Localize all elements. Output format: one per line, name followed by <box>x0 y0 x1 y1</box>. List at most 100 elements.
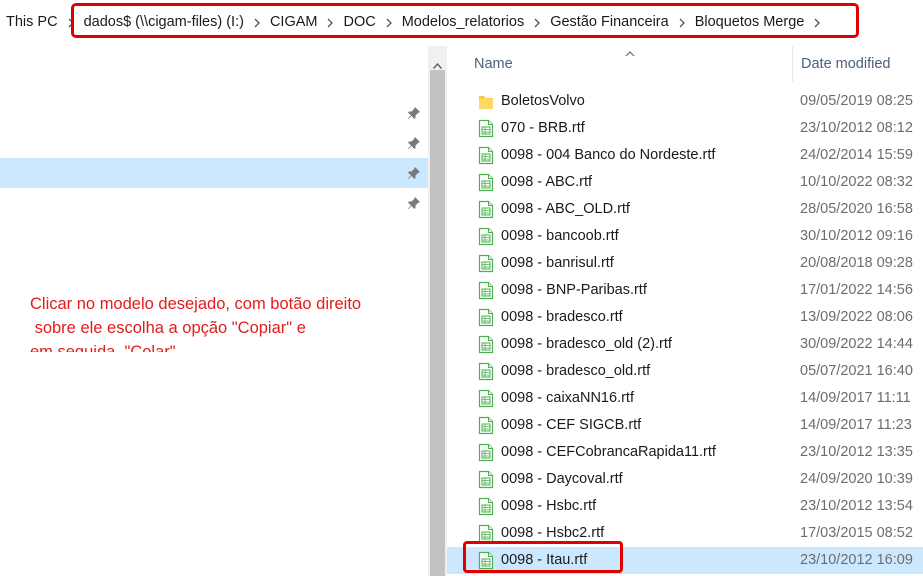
breadcrumb-modelos-relatorios[interactable]: Modelos_relatorios <box>402 14 525 30</box>
rtf-file-icon <box>478 416 494 435</box>
file-row[interactable]: 0098 - bradesco.rtf 13/09/2022 08:06 <box>447 304 923 331</box>
file-row[interactable]: 0098 - ABC_OLD.rtf 28/05/2020 16:58 <box>447 196 923 223</box>
file-date: 28/05/2020 16:58 <box>800 201 913 217</box>
file-row[interactable]: 0098 - banrisul.rtf 20/08/2018 09:28 <box>447 250 923 277</box>
chevron-right-icon[interactable] <box>58 15 84 29</box>
file-row[interactable]: 0098 - Hsbc.rtf 23/10/2012 13:54 <box>447 493 923 520</box>
breadcrumb-bloquetos-merge[interactable]: Bloquetos Merge <box>695 14 805 30</box>
file-name: 0098 - Itau.rtf <box>501 552 588 568</box>
file-date: 09/05/2019 08:25 <box>800 93 913 109</box>
file-name: 0098 - ABC_OLD.rtf <box>501 201 630 217</box>
chevron-right-icon[interactable] <box>804 15 830 29</box>
rtf-file-icon <box>478 470 494 489</box>
file-date: 17/03/2015 08:52 <box>800 525 913 541</box>
quick-access-item[interactable] <box>0 128 428 158</box>
file-row[interactable]: 0098 - bradesco_old (2).rtf 30/09/2022 1… <box>447 331 923 358</box>
column-header-name[interactable]: Name <box>474 56 513 72</box>
file-name: 070 - BRB.rtf <box>501 120 585 136</box>
breadcrumb-this-pc[interactable]: This PC <box>6 14 58 30</box>
rtf-file-icon <box>478 443 494 462</box>
file-date: 10/10/2022 08:32 <box>800 174 913 190</box>
file-name: 0098 - bradesco.rtf <box>501 309 623 325</box>
rtf-file-icon <box>478 119 494 138</box>
file-date: 23/10/2012 16:09 <box>800 552 913 568</box>
quick-access-item-selected[interactable] <box>0 158 428 188</box>
file-date: 13/09/2022 08:06 <box>800 309 913 325</box>
chevron-right-icon[interactable] <box>524 15 550 29</box>
file-name: 0098 - banrisul.rtf <box>501 255 614 271</box>
rtf-file-icon <box>478 173 494 192</box>
file-row[interactable]: 070 - BRB.rtf 23/10/2012 08:12 <box>447 115 923 142</box>
rtf-file-icon <box>478 281 494 300</box>
file-date: 23/10/2012 08:12 <box>800 120 913 136</box>
rtf-file-icon <box>478 524 494 543</box>
file-name: 0098 - caixaNN16.rtf <box>501 390 634 406</box>
rtf-file-icon <box>478 227 494 246</box>
scrollbar-thumb[interactable] <box>430 70 445 576</box>
file-date: 30/09/2022 14:44 <box>800 336 913 352</box>
chevron-right-icon[interactable] <box>317 15 343 29</box>
column-divider[interactable] <box>792 46 793 82</box>
rtf-file-icon <box>478 308 494 327</box>
file-row[interactable]: 0098 - 004 Banco do Nordeste.rtf 24/02/2… <box>447 142 923 169</box>
pin-icon[interactable] <box>406 105 422 121</box>
file-row[interactable]: 0098 - BNP-Paribas.rtf 17/01/2022 14:56 <box>447 277 923 304</box>
rtf-file-icon <box>478 497 494 516</box>
sort-ascending-icon <box>625 44 635 62</box>
file-date: 23/10/2012 13:35 <box>800 444 913 460</box>
rtf-file-icon <box>478 389 494 408</box>
instruction-annotation: Clicar no modelo desejado, com botão dir… <box>30 295 362 352</box>
file-name: BoletosVolvo <box>501 93 585 109</box>
file-name: 0098 - ABC.rtf <box>501 174 593 190</box>
folder-icon <box>478 92 494 111</box>
file-date: 17/01/2022 14:56 <box>800 282 913 298</box>
file-row-folder[interactable]: BoletosVolvo 09/05/2019 08:25 <box>447 88 923 115</box>
file-row[interactable]: 0098 - Daycoval.rtf 24/09/2020 10:39 <box>447 466 923 493</box>
breadcrumb-doc[interactable]: DOC <box>343 14 375 30</box>
quick-access-item[interactable] <box>0 188 428 218</box>
breadcrumb-drive[interactable]: dados$ (\\cigam-files) (I:) <box>84 14 244 30</box>
breadcrumb-cigam[interactable]: CIGAM <box>270 14 318 30</box>
pin-icon[interactable] <box>406 135 422 151</box>
navigation-pane: Clicar no modelo desejado, com botão dir… <box>0 46 428 576</box>
file-date: 05/07/2021 16:40 <box>800 363 913 379</box>
file-name: 0098 - CEFCobrancaRapida11.rtf <box>501 444 716 460</box>
file-row[interactable]: 0098 - bancoob.rtf 30/10/2012 09:16 <box>447 223 923 250</box>
file-name: 0098 - CEF SIGCB.rtf <box>501 417 642 433</box>
file-name: 0098 - 004 Banco do Nordeste.rtf <box>501 147 716 163</box>
file-date: 20/08/2018 09:28 <box>800 255 913 271</box>
file-row[interactable]: 0098 - CEF SIGCB.rtf 14/09/2017 11:23 <box>447 412 923 439</box>
file-row[interactable]: 0098 - Hsbc2.rtf 17/03/2015 08:52 <box>447 520 923 547</box>
quick-access-item[interactable] <box>0 98 428 128</box>
file-row[interactable]: 0098 - caixaNN16.rtf 14/09/2017 11:11 <box>447 385 923 412</box>
file-name: 0098 - BNP-Paribas.rtf <box>501 282 647 298</box>
chevron-right-icon[interactable] <box>669 15 695 29</box>
file-name: 0098 - bradesco_old (2).rtf <box>501 336 672 352</box>
pin-icon[interactable] <box>406 195 422 211</box>
rtf-file-icon <box>478 335 494 354</box>
file-date: 14/09/2017 11:23 <box>800 417 912 433</box>
address-bar[interactable]: This PC dados$ (\\cigam-files) (I:) CIGA… <box>0 0 923 46</box>
file-name: 0098 - Hsbc2.rtf <box>501 525 605 541</box>
column-header-date-modified[interactable]: Date modified <box>801 56 890 72</box>
file-row[interactable]: 0098 - ABC.rtf 10/10/2022 08:32 <box>447 169 923 196</box>
file-row-selected[interactable]: 0098 - Itau.rtf 23/10/2012 16:09 <box>447 547 923 574</box>
file-row[interactable]: 0098 - CEFCobrancaRapida11.rtf 23/10/201… <box>447 439 923 466</box>
breadcrumb: This PC dados$ (\\cigam-files) (I:) CIGA… <box>6 14 830 30</box>
chevron-right-icon[interactable] <box>244 15 270 29</box>
chevron-right-icon[interactable] <box>376 15 402 29</box>
navigation-pane-scrollbar[interactable] <box>428 46 447 576</box>
breadcrumb-gestao-financeira[interactable]: Gestão Financeira <box>550 14 668 30</box>
file-name: 0098 - bancoob.rtf <box>501 228 619 244</box>
file-name: 0098 - bradesco_old.rtf <box>501 363 651 379</box>
rtf-file-icon <box>478 200 494 219</box>
rtf-file-icon <box>478 551 494 570</box>
file-row[interactable]: 0098 - bradesco_old.rtf 05/07/2021 16:40 <box>447 358 923 385</box>
column-header-row: Name Date modified <box>447 46 923 82</box>
file-rows: BoletosVolvo 09/05/2019 08:25 070 - BRB.… <box>447 88 923 574</box>
pin-icon[interactable] <box>406 165 422 181</box>
file-date: 23/10/2012 13:54 <box>800 498 913 514</box>
file-date: 24/09/2020 10:39 <box>800 471 913 487</box>
rtf-file-icon <box>478 146 494 165</box>
file-name: 0098 - Hsbc.rtf <box>501 498 597 514</box>
